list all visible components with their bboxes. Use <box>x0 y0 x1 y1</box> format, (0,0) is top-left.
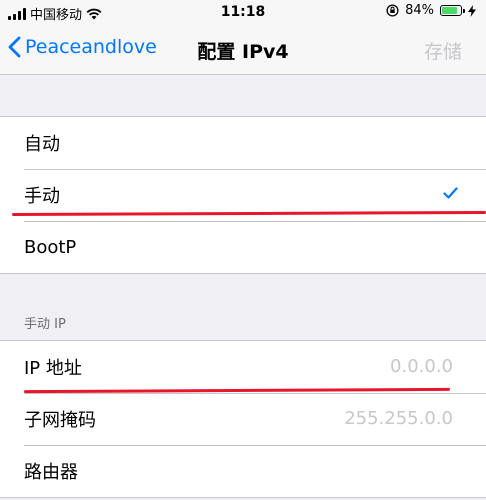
field-label: IP 地址 <box>24 358 82 379</box>
option-label: 手动 <box>24 186 60 207</box>
checkmark-icon <box>443 187 458 199</box>
status-right: 84% <box>386 3 476 18</box>
status-bar: 中国移动 11:18 84% <box>0 0 486 26</box>
ip-address-input[interactable]: 0.0.0.0 <box>390 356 453 377</box>
field-label: 路由器 <box>24 462 78 483</box>
ip-address-field[interactable]: IP 地址 0.0.0.0 <box>0 341 486 393</box>
config-mode-list: 自动 手动 BootP <box>0 116 486 274</box>
option-automatic[interactable]: 自动 <box>0 117 486 169</box>
subnet-mask-input[interactable]: 255.255.0.0 <box>344 408 453 429</box>
battery-level-fill <box>442 7 458 14</box>
manual-ip-fields: IP 地址 0.0.0.0 子网掩码 255.255.0.0 路由器 <box>0 340 486 498</box>
charging-bolt-icon <box>468 4 476 17</box>
battery-icon <box>440 5 465 16</box>
page-title: 配置 IPv4 <box>197 41 289 63</box>
subnet-mask-field[interactable]: 子网掩码 255.255.0.0 <box>0 393 486 445</box>
field-label: 子网掩码 <box>24 410 96 431</box>
option-bootp[interactable]: BootP <box>0 221 486 273</box>
section-header-manual-ip: 手动 IP <box>24 317 66 332</box>
option-label: 自动 <box>24 134 60 155</box>
save-button[interactable]: 存储 <box>424 37 462 64</box>
option-label: BootP <box>24 236 77 258</box>
rotation-lock-icon <box>386 4 399 17</box>
router-field[interactable]: 路由器 <box>0 445 486 497</box>
navigation-bar: Peaceandlove 配置 IPv4 存储 <box>0 26 486 75</box>
battery-percent: 84% <box>405 3 434 18</box>
